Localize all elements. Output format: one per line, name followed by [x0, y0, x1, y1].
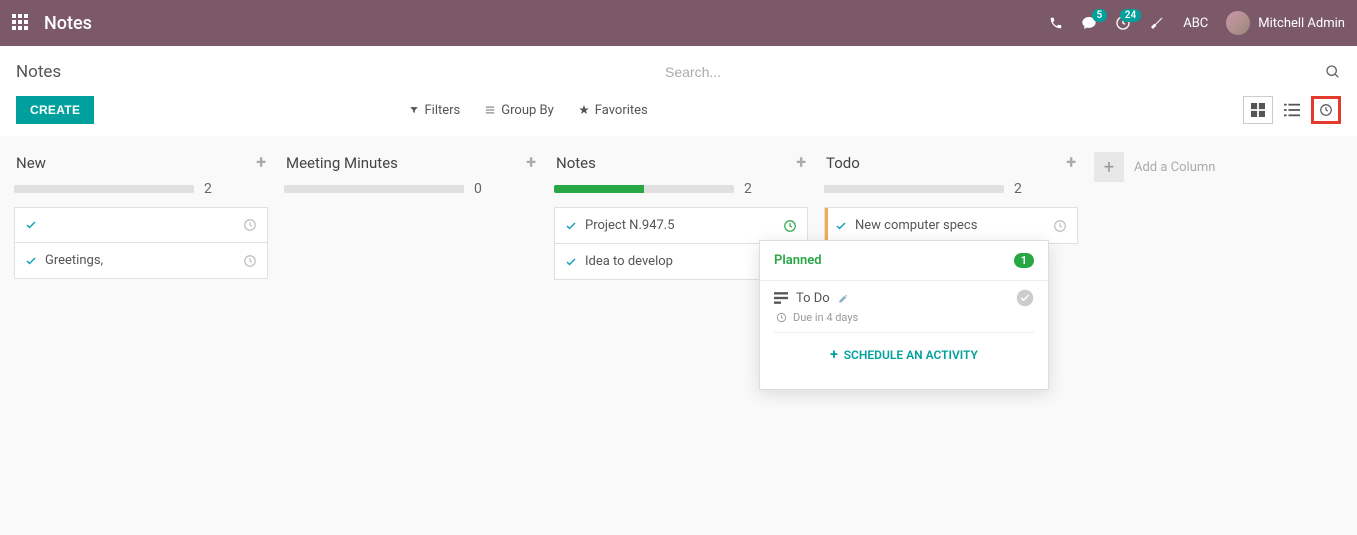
kanban-card[interactable]: Greetings, — [14, 242, 268, 279]
activity-icon[interactable]: 24 — [1115, 15, 1131, 31]
activity-item[interactable]: To Do — [774, 289, 1034, 307]
clock-icon[interactable] — [783, 219, 797, 233]
activity-type-icon — [774, 292, 788, 304]
schedule-activity-button[interactable]: + SCHEDULE AN ACTIVITY — [774, 332, 1034, 377]
user-name: Mitchell Admin — [1258, 16, 1345, 31]
activity-badge: 24 — [1120, 9, 1141, 22]
kanban-column-meeting-minutes: Meeting Minutes + 0 — [276, 146, 546, 207]
kanban-view-button[interactable] — [1243, 96, 1273, 124]
breadcrumb: Notes — [16, 62, 61, 82]
kanban-column-new: New + 2 Greetings, — [6, 146, 276, 278]
column-progress — [14, 185, 194, 193]
topbar: Notes 5 24 ABC Mitchell Admin — [0, 0, 1357, 46]
card-title: Project N.947.5 — [585, 218, 775, 233]
check-icon — [25, 219, 37, 231]
avatar — [1226, 11, 1250, 35]
clock-icon[interactable] — [243, 218, 257, 232]
plus-icon: + — [1094, 152, 1124, 182]
activity-type: To Do — [796, 291, 830, 306]
column-quick-add[interactable]: + — [256, 152, 266, 173]
phone-icon[interactable] — [1049, 16, 1063, 30]
card-title: Greetings, — [45, 253, 235, 268]
column-progress — [284, 185, 464, 193]
filters-menu[interactable]: Filters — [409, 103, 460, 118]
topbar-right: 5 24 ABC Mitchell Admin — [1049, 11, 1345, 35]
clock-icon — [776, 312, 787, 323]
column-progress — [824, 185, 1004, 193]
add-column-label: Add a Column — [1134, 160, 1215, 175]
check-icon — [835, 220, 847, 232]
column-title[interactable]: Todo — [826, 154, 860, 172]
control-panel: Notes CREATE Filters Group By Favorites — [0, 46, 1357, 136]
edit-icon[interactable] — [838, 293, 849, 304]
check-icon — [25, 255, 37, 267]
groupby-label: Group By — [501, 103, 554, 118]
user-menu[interactable]: Mitchell Admin — [1226, 11, 1345, 35]
clock-icon[interactable] — [243, 254, 257, 268]
list-view-button[interactable] — [1277, 96, 1307, 124]
kanban-column-todo: Todo + 2 New computer specs — [816, 146, 1086, 243]
activity-due: Due in 4 days — [793, 311, 858, 324]
chat-badge: 5 — [1092, 9, 1108, 22]
kanban-card[interactable]: New computer specs — [824, 207, 1078, 244]
apps-icon[interactable] — [12, 14, 30, 32]
column-quick-add[interactable]: + — [1066, 152, 1076, 173]
check-icon — [565, 220, 577, 232]
column-count: 0 — [474, 181, 482, 197]
mark-done-icon[interactable] — [1016, 289, 1034, 307]
activity-popover: Planned 1 To Do Due in 4 days + SCHEDULE… — [759, 240, 1049, 390]
column-progress — [554, 185, 734, 193]
add-column[interactable]: + Add a Column — [1086, 146, 1223, 188]
column-title[interactable]: New — [16, 154, 46, 172]
kanban-card[interactable]: Project N.947.5 — [554, 207, 808, 244]
app-title[interactable]: Notes — [44, 13, 92, 34]
popover-status: Planned — [774, 253, 822, 268]
schedule-label: SCHEDULE AN ACTIVITY — [844, 348, 978, 362]
column-title[interactable]: Meeting Minutes — [286, 154, 398, 172]
column-count: 2 — [744, 181, 752, 197]
groupby-menu[interactable]: Group By — [484, 103, 554, 118]
column-quick-add[interactable]: + — [526, 152, 536, 173]
search-area — [661, 58, 1341, 86]
column-count: 2 — [1014, 181, 1022, 197]
company-name[interactable]: ABC — [1183, 16, 1208, 31]
clock-icon[interactable] — [1053, 219, 1067, 233]
filters-label: Filters — [424, 103, 460, 118]
wrench-icon[interactable] — [1149, 15, 1165, 31]
column-quick-add[interactable]: + — [796, 152, 806, 173]
card-title: New computer specs — [855, 218, 1045, 233]
search-icon[interactable] — [1325, 64, 1341, 80]
activity-view-button[interactable] — [1311, 96, 1341, 124]
kanban-board: New + 2 Greetings, Meeting Minutes + — [0, 136, 1357, 289]
kanban-card[interactable] — [14, 207, 268, 243]
check-icon — [565, 256, 577, 268]
column-count: 2 — [204, 181, 212, 197]
plus-icon: + — [830, 347, 838, 363]
column-title[interactable]: Notes — [556, 154, 596, 172]
search-input[interactable] — [661, 58, 1325, 86]
favorites-label: Favorites — [595, 103, 648, 118]
view-switcher — [1243, 96, 1341, 124]
favorites-menu[interactable]: Favorites — [578, 103, 648, 118]
chat-icon[interactable]: 5 — [1081, 15, 1097, 31]
create-button[interactable]: CREATE — [16, 96, 94, 124]
popover-count: 1 — [1014, 253, 1034, 268]
